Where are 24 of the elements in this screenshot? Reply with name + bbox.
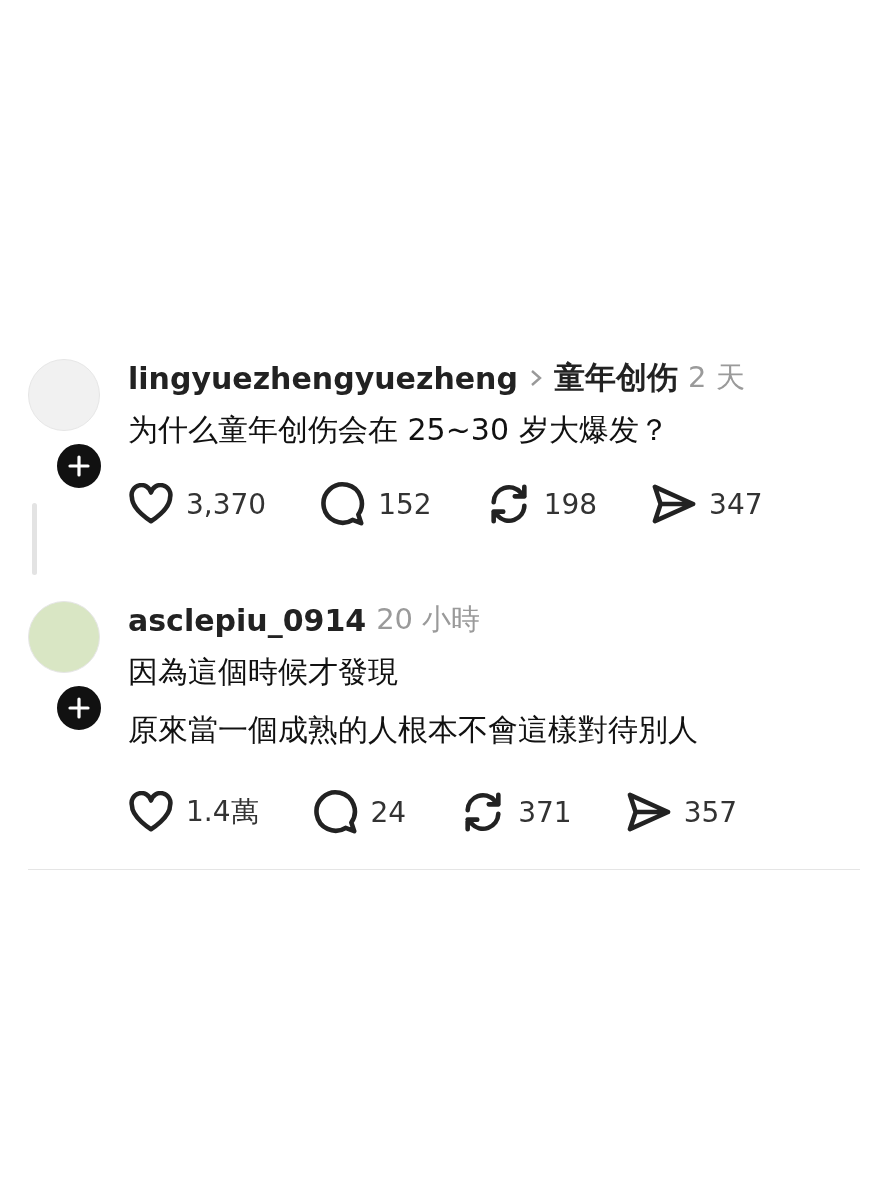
- post-text: 因為這個時候才發現: [128, 653, 399, 691]
- heart-icon: [128, 483, 174, 525]
- username[interactable]: lingyuezhengyuezheng: [128, 360, 518, 396]
- post-text: 为什么童年创伤会在 25~30 岁大爆发？: [128, 411, 670, 449]
- post-time: 2 天: [687, 359, 745, 396]
- post-time: 20 小時: [376, 601, 481, 638]
- comment-button[interactable]: 24: [312, 789, 407, 835]
- plus-icon: [67, 696, 91, 720]
- repost-button[interactable]: 371: [460, 789, 572, 835]
- heart-icon: [128, 791, 174, 833]
- plus-icon: [67, 454, 91, 478]
- share-button[interactable]: 357: [625, 789, 738, 835]
- like-button[interactable]: 1.4萬: [128, 789, 259, 835]
- like-button[interactable]: 3,370: [128, 481, 267, 527]
- comment-icon: [320, 481, 367, 527]
- topic-tag[interactable]: 童年创伤: [553, 357, 678, 399]
- username[interactable]: asclepiu_0914: [128, 602, 367, 638]
- share-button[interactable]: 347: [651, 481, 763, 527]
- share-icon: [651, 483, 698, 525]
- comment-icon: [312, 789, 359, 835]
- post-text: 原來當一個成熟的人根本不會這樣對待別人: [128, 711, 699, 749]
- comment-button[interactable]: 152: [320, 481, 432, 527]
- share-icon: [625, 791, 672, 833]
- repost-button[interactable]: 198: [485, 481, 598, 527]
